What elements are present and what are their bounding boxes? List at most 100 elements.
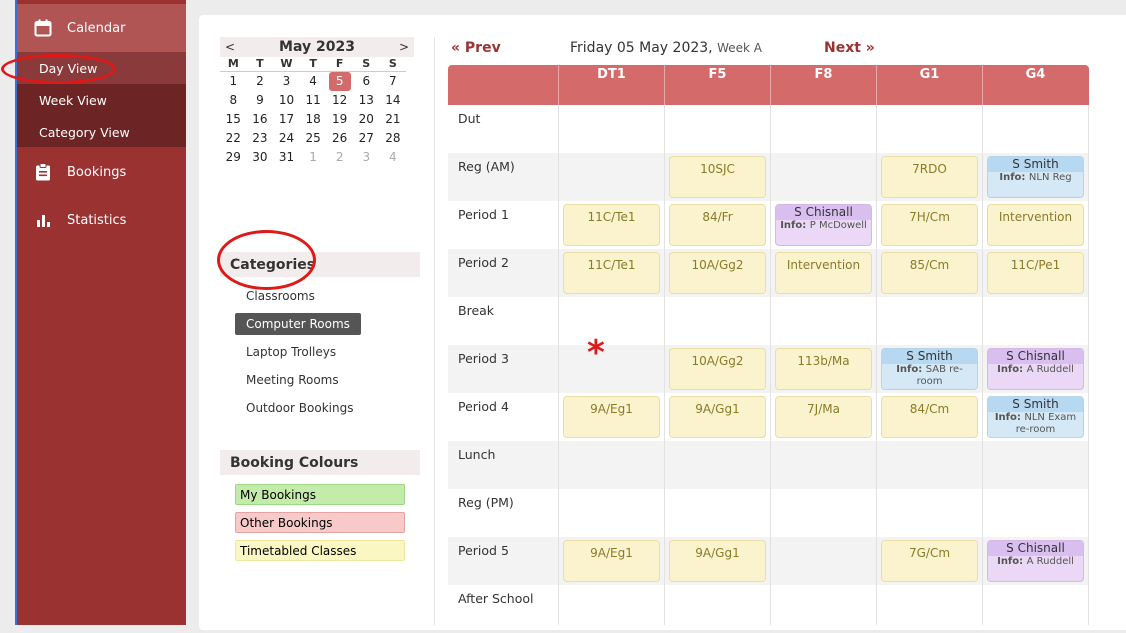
timetabled-class[interactable]: 9A/Eg1	[563, 540, 660, 582]
calendar-day[interactable]: 17	[273, 110, 300, 129]
prev-month-button[interactable]: <	[220, 40, 240, 54]
calendar-day[interactable]: 2	[247, 72, 274, 91]
category-item[interactable]: Outdoor Bookings	[235, 397, 364, 419]
calendar-day[interactable]: 8	[220, 91, 247, 110]
timetabled-class[interactable]: 7J/Ma	[775, 396, 872, 438]
category-item[interactable]: Meeting Rooms	[235, 369, 350, 391]
calendar-day[interactable]: 14	[380, 91, 407, 110]
timetabled-class[interactable]: 84/Cm	[881, 396, 978, 438]
booking-info: Info: NLN Exam re-room	[994, 412, 1077, 435]
room-header: G1	[876, 65, 982, 105]
booking-colours-heading-text: Booking Colours	[230, 454, 359, 471]
sidebar-item-calendar[interactable]: Calendar	[17, 4, 186, 52]
calendar-day[interactable]: 10	[273, 91, 300, 110]
period-label: Break	[458, 303, 495, 318]
calendar-day[interactable]: 26	[326, 129, 353, 148]
booking-entry[interactable]: S Chisnall Info: A Ruddell	[987, 348, 1084, 390]
calendar-day[interactable]: 1	[220, 72, 247, 91]
booking-info: Info: P McDowell	[780, 220, 867, 231]
day-date: Friday 05 May 2023,	[570, 40, 713, 56]
timetabled-class[interactable]: 7H/Cm	[881, 204, 978, 246]
calendar-day[interactable]: 18	[300, 110, 327, 129]
booking-entry[interactable]: S Chisnall Info: P McDowell	[775, 204, 872, 246]
timetabled-class[interactable]: 10A/Gg2	[669, 348, 766, 390]
calendar-day[interactable]: 15	[220, 110, 247, 129]
calendar-day[interactable]: 6	[353, 72, 380, 91]
calendar-day[interactable]: 25	[300, 129, 327, 148]
next-day-button[interactable]: Next »	[824, 40, 875, 56]
next-month-button[interactable]: >	[394, 40, 414, 54]
sidebar-item-week-view[interactable]: Week View	[17, 84, 186, 116]
calendar-day[interactable]: 20	[353, 110, 380, 129]
calendar-day[interactable]: 31	[273, 148, 300, 167]
sidebar-item-bookings[interactable]: Bookings	[17, 148, 186, 196]
booking-entry[interactable]: S Smith Info: SAB re-room	[881, 348, 978, 390]
timetabled-class[interactable]: 11C/Pe1	[987, 252, 1084, 294]
mini-calendar: < May 2023 > M T W T F S S 1 2 3 4 5 6 7 8 9 10 11 12 13 14 1…	[220, 37, 414, 167]
timetabled-class[interactable]: 9A/Gg1	[669, 540, 766, 582]
period-label: Dut	[458, 111, 481, 126]
timetable-row: Reg (PM)	[448, 489, 1089, 537]
timetabled-class[interactable]: 9A/Gg1	[669, 396, 766, 438]
category-item[interactable]: Laptop Trolleys	[235, 341, 347, 363]
timetabled-class[interactable]: 7RDO	[881, 156, 978, 198]
booking-colour-item: Timetabled Classes	[235, 540, 405, 561]
calendar-day[interactable]: 27	[353, 129, 380, 148]
booking-entry[interactable]: S Smith Info: NLN Reg	[987, 156, 1084, 198]
weekday-header: S	[352, 57, 380, 72]
calendar-day[interactable]: 4	[380, 148, 407, 167]
timetabled-class[interactable]: 113b/Ma	[775, 348, 872, 390]
calendar-day[interactable]: 30	[247, 148, 274, 167]
timetabled-class[interactable]: 10SJC	[669, 156, 766, 198]
timetabled-class[interactable]: 10A/Gg2	[669, 252, 766, 294]
calendar-day[interactable]: 4	[300, 72, 327, 91]
calendar-day[interactable]: 2	[326, 148, 353, 167]
period-label: Period 5	[458, 543, 509, 558]
calendar-day[interactable]: 1	[300, 148, 327, 167]
timetabled-class[interactable]: 11C/Te1	[563, 204, 660, 246]
booking-info: Info: NLN Reg	[999, 172, 1072, 183]
grid-line	[664, 105, 665, 625]
room-header: DT1	[558, 65, 664, 105]
booking-name: S Smith	[988, 157, 1083, 172]
calendar-day[interactable]: 3	[273, 72, 300, 91]
mini-calendar-month: May 2023	[279, 39, 355, 55]
timetabled-class[interactable]: 85/Cm	[881, 252, 978, 294]
sidebar-item-statistics[interactable]: Statistics	[17, 196, 186, 244]
calendar-day[interactable]: 3	[353, 148, 380, 167]
category-item[interactable]: Computer Rooms	[235, 313, 361, 335]
calendar-day[interactable]: 19	[326, 110, 353, 129]
timetabled-class[interactable]: Intervention	[775, 252, 872, 294]
timetabled-class[interactable]: 11C/Te1	[563, 252, 660, 294]
calendar-day[interactable]: 23	[247, 129, 274, 148]
period-label: Period 4	[458, 399, 509, 414]
calendar-day[interactable]: 21	[380, 110, 407, 129]
calendar-day[interactable]: 28	[380, 129, 407, 148]
grid-line	[1088, 105, 1089, 625]
calendar-day[interactable]: 24	[273, 129, 300, 148]
calendar-day-selected[interactable]: 5	[326, 72, 353, 91]
calendar-day[interactable]: 29	[220, 148, 247, 167]
timetabled-class[interactable]: 84/Fr	[669, 204, 766, 246]
booking-entry[interactable]: S Chisnall Info: A Ruddell	[987, 540, 1084, 582]
prev-day-button[interactable]: « Prev	[451, 40, 501, 56]
divider	[434, 37, 435, 625]
sidebar-item-label: Statistics	[67, 212, 127, 228]
calendar-day[interactable]: 7	[380, 72, 407, 91]
booking-name: S Smith	[882, 349, 977, 364]
timetabled-class[interactable]: 7G/Cm	[881, 540, 978, 582]
booking-info: Info: SAB re-room	[896, 364, 963, 387]
timetabled-class[interactable]: 9A/Eg1	[563, 396, 660, 438]
calendar-day[interactable]: 9	[247, 91, 274, 110]
room-header: F5	[664, 65, 770, 105]
sidebar-item-category-view[interactable]: Category View	[17, 116, 186, 148]
booking-colours-heading: Booking Colours	[220, 450, 420, 475]
calendar-day[interactable]: 13	[353, 91, 380, 110]
calendar-day[interactable]: 11	[300, 91, 327, 110]
calendar-day[interactable]: 16	[247, 110, 274, 129]
booking-entry[interactable]: S Smith Info: NLN Exam re-room	[987, 396, 1084, 438]
calendar-day[interactable]: 22	[220, 129, 247, 148]
calendar-day[interactable]: 12	[326, 91, 353, 110]
timetabled-class[interactable]: Intervention	[987, 204, 1084, 246]
period-label: Reg (AM)	[458, 159, 515, 174]
